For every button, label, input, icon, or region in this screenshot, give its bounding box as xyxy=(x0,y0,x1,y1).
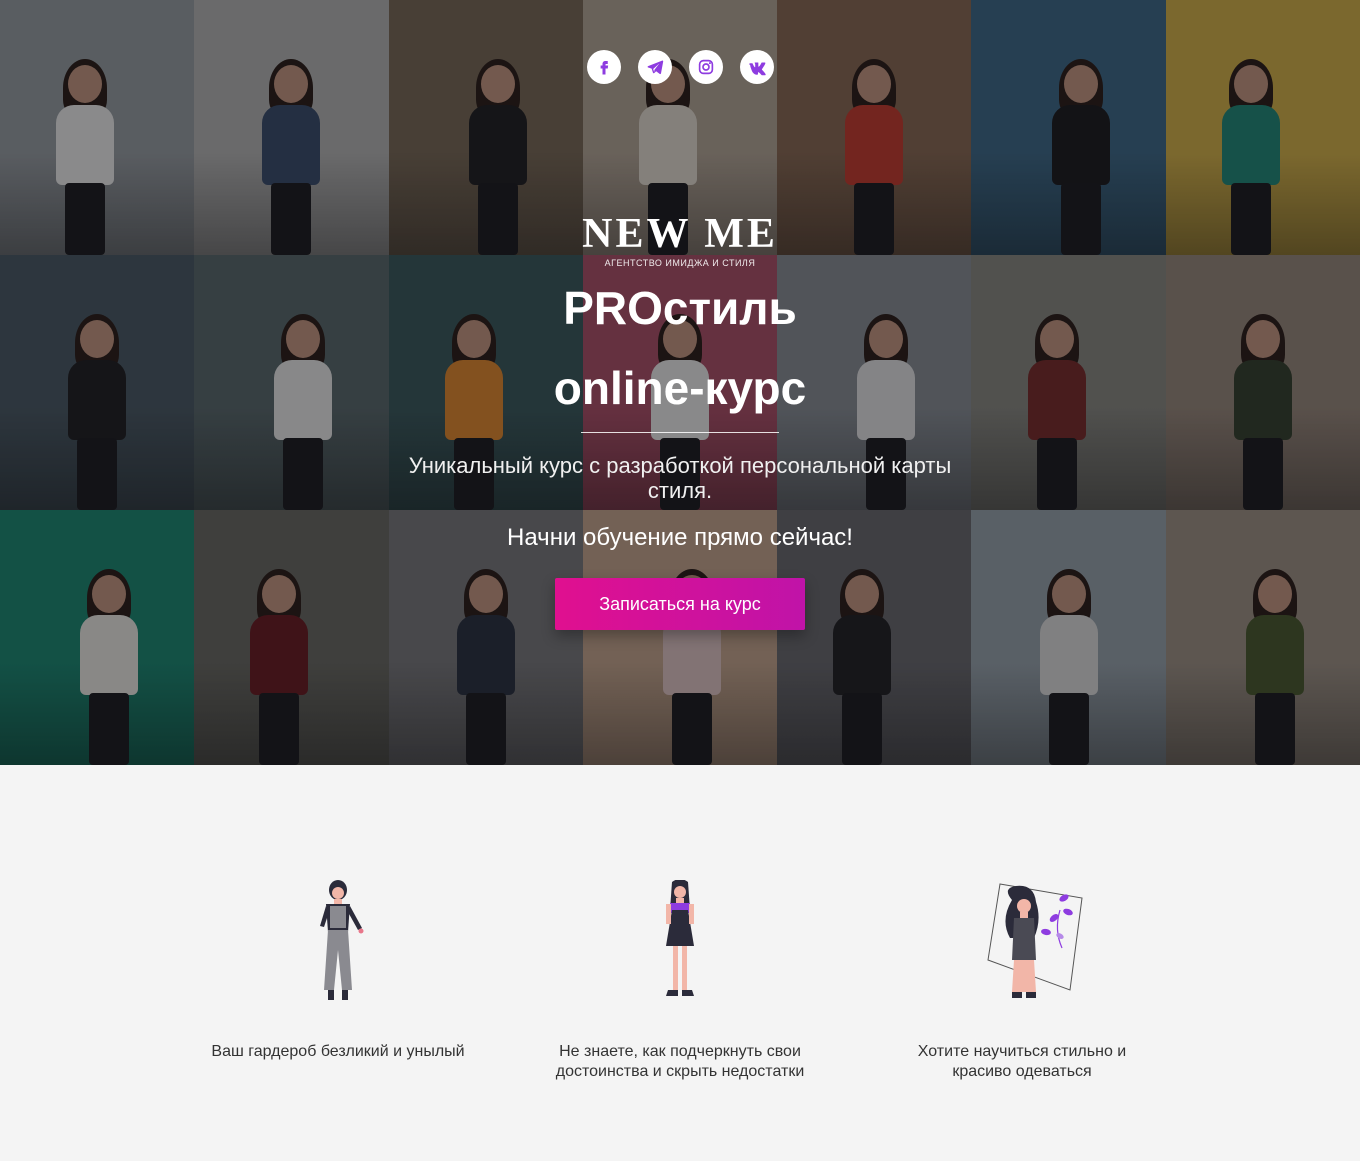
feature-item: Не знаете, как подчеркнуть свои достоинс… xyxy=(550,880,810,1082)
hero-title-line2: online-курс xyxy=(553,362,807,414)
vk-link[interactable] xyxy=(740,50,774,84)
hero-subtitle: Уникальный курс с разработкой персональн… xyxy=(408,453,952,503)
instagram-link[interactable] xyxy=(689,50,723,84)
telegram-link[interactable] xyxy=(638,50,672,84)
feature-text: Не знаете, как подчеркнуть свои достоинс… xyxy=(555,1043,805,1080)
hero-divider xyxy=(581,432,779,433)
vk-icon xyxy=(749,62,766,76)
hero-cta-text: Начни обучение прямо сейчас! xyxy=(507,524,853,551)
hero-section: NEW ME АГЕНТСТВО ИМИДЖА И СТИЛЯ PROстиль… xyxy=(0,0,1360,765)
facebook-link[interactable] xyxy=(587,50,621,84)
woman-gray-jumpsuit-illustration xyxy=(320,880,364,1000)
brand-block: NEW ME АГЕНТСТВО ИМИДЖА И СТИЛЯ xyxy=(0,212,1360,268)
woman-purple-dress-illustration xyxy=(666,880,694,996)
social-links xyxy=(587,50,774,84)
feature-item: Хотите научиться стильно и красиво одева… xyxy=(892,880,1152,1082)
telegram-icon xyxy=(647,60,664,75)
woman-flowers-illustration xyxy=(987,883,1083,998)
feature-text: Ваш гардероб безликий и унылый xyxy=(211,1043,465,1060)
instagram-icon xyxy=(698,59,714,75)
enroll-button[interactable]: Записаться на курс xyxy=(555,578,805,630)
hero-title-line1: PROстиль xyxy=(563,282,797,334)
feature-item: Ваш гардероб безликий и унылый xyxy=(208,880,468,1062)
facebook-icon xyxy=(600,61,609,75)
brand-tagline: АГЕНТСТВО ИМИДЖА И СТИЛЯ xyxy=(604,258,756,268)
features-section: Ваш гардероб безликий и унылый Не знаете… xyxy=(0,765,1360,1161)
feature-text: Хотите научиться стильно и красиво одева… xyxy=(917,1043,1127,1080)
brand-logo[interactable]: NEW ME xyxy=(0,212,1360,256)
